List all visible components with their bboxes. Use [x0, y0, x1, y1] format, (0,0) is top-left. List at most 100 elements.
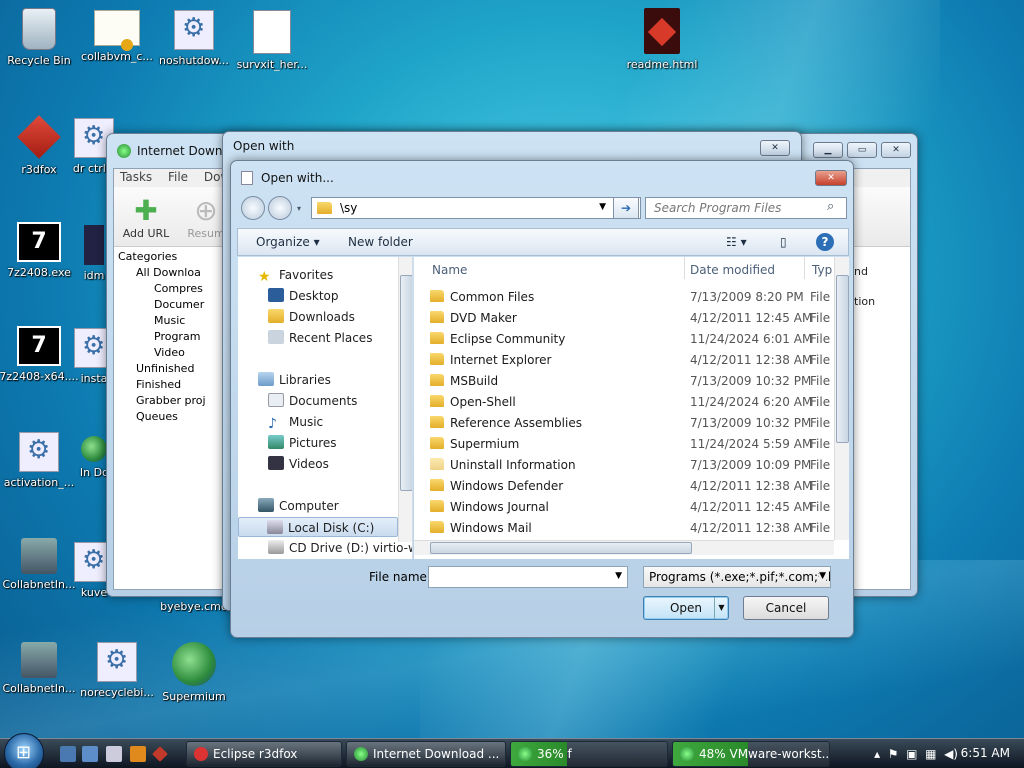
address-dropdown-icon[interactable]: ▼	[599, 202, 606, 212]
preview-pane-icon[interactable]: ▯	[780, 235, 787, 249]
file-row[interactable]: Windows Journal 4/12/2011 12:45 AM File	[430, 497, 849, 518]
forward-button[interactable]	[268, 196, 292, 220]
computer-quicklaunch-icon[interactable]	[106, 746, 122, 762]
nav-computer[interactable]: Computer	[258, 496, 339, 516]
file-row[interactable]: DVD Maker 4/12/2011 12:45 AM File	[430, 308, 849, 329]
minimize-button[interactable]: ▁	[813, 142, 843, 158]
plus-icon: ✚	[134, 194, 158, 227]
desktop-icon-recycle-bin[interactable]: Recycle Bin	[0, 8, 81, 67]
search-input[interactable]: Search Program Files	[645, 197, 847, 219]
column-type-header[interactable]: Typ	[812, 263, 832, 277]
desktop-icon-supermium[interactable]: Supermium	[152, 642, 236, 703]
file-name-input[interactable]: ▼	[428, 566, 628, 588]
help-icon[interactable]: ?	[816, 233, 834, 251]
file-list-hscrollbar[interactable]	[414, 540, 834, 555]
maximize-button[interactable]: ▭	[847, 142, 877, 158]
desktop-icon-7z2408-x64[interactable]: 7 7z2408-x64....	[0, 326, 81, 383]
r3dfox-quicklaunch-icon[interactable]	[152, 746, 168, 762]
nav-downloads[interactable]: Downloads	[268, 307, 355, 327]
address-text[interactable]: \sy	[340, 201, 357, 215]
back-button[interactable]	[241, 196, 265, 220]
system-tray[interactable]: ▴ ⚑ ▣ ▦ ◀)	[874, 747, 958, 761]
taskbar-button-download-48[interactable]: 48% VMware-workst...	[672, 741, 830, 767]
file-row[interactable]: Eclipse Community 11/24/2024 6:01 AM File	[430, 329, 849, 350]
column-date-header[interactable]: Date modified	[690, 263, 775, 277]
nav-documents[interactable]: Documents	[268, 391, 357, 411]
desktop-icon-7z2408[interactable]: 7 7z2408.exe	[0, 222, 81, 279]
view-options-icon[interactable]: ☷ ▾	[726, 235, 747, 249]
file-row[interactable]: Uninstall Information 7/13/2009 10:09 PM F…	[430, 455, 849, 476]
add-url-button[interactable]: ✚ Add URL	[118, 194, 174, 241]
start-button[interactable]: ⊞	[4, 733, 44, 768]
menu-file[interactable]: File	[162, 169, 194, 185]
category-compressed[interactable]: Compres	[114, 281, 228, 297]
file-list-vscroll-thumb[interactable]	[836, 275, 849, 443]
nav-recent-places[interactable]: Recent Places	[268, 328, 372, 348]
open-button[interactable]: Open ▼	[643, 596, 729, 620]
cancel-button[interactable]: Cancel	[743, 596, 829, 620]
desktop-icon-activation[interactable]: activation_...	[0, 432, 81, 489]
category-grabber-projects[interactable]: Grabber proj	[114, 393, 228, 409]
organize-button[interactable]: Organize ▾	[256, 235, 320, 249]
nav-favorites[interactable]: ★ Favorites	[258, 265, 333, 285]
nav-videos[interactable]: Videos	[268, 454, 329, 474]
search-icon[interactable]: ⌕	[827, 199, 834, 214]
recent-pages-dropdown[interactable]: ▾	[297, 204, 301, 213]
desktop-icon-collabvm[interactable]: collabvm_c...	[75, 10, 159, 63]
desktop-icon-collabnet-2[interactable]: CollabnetIn...	[0, 642, 81, 695]
nav-cd-drive[interactable]: CD Drive (D:) virtio-w	[268, 538, 412, 558]
menu-tasks[interactable]: Tasks	[114, 169, 158, 185]
nav-music[interactable]: ♪ Music	[268, 412, 323, 432]
category-documents[interactable]: Documer	[114, 297, 228, 313]
file-list-vscrollbar[interactable]	[834, 257, 849, 540]
desktop-icon-readme[interactable]: readme.html	[620, 8, 704, 71]
media-icon[interactable]	[130, 746, 146, 762]
nav-scroll-thumb[interactable]	[400, 275, 412, 491]
file-list-hscroll-thumb[interactable]	[430, 542, 692, 554]
file-row[interactable]: Windows Mail 4/12/2011 12:38 AM File	[430, 518, 849, 539]
open-with-file-dialog[interactable]: Open with... ✕ ▾ \sy ▼ ➔ Search Program …	[230, 160, 854, 638]
taskbar-button-r3dfox[interactable]: Eclipse r3dfox	[186, 741, 342, 767]
file-row[interactable]: Supermium 11/24/2024 5:59 AM File	[430, 434, 849, 455]
nav-pane-scrollbar[interactable]	[398, 257, 412, 542]
chevron-down-icon[interactable]: ▼	[615, 571, 622, 581]
desktop-icon-noshutdown[interactable]: noshutdow...	[152, 10, 236, 67]
category-video[interactable]: Video	[114, 345, 228, 361]
file-row[interactable]: Internet Explorer 4/12/2011 12:38 AM File	[430, 350, 849, 371]
desktop-icon-norecyclebin[interactable]: norecyclebi...	[75, 642, 159, 699]
desktop-icon-collabnet-1[interactable]: CollabnetIn...	[0, 538, 81, 591]
category-programs[interactable]: Program	[114, 329, 228, 345]
clock[interactable]: 6:51 AM	[961, 746, 1010, 760]
nav-desktop[interactable]: Desktop	[268, 286, 339, 306]
category-music[interactable]: Music	[114, 313, 228, 329]
open-split-dropdown-icon[interactable]: ▼	[714, 597, 728, 619]
show-desktop-icon[interactable]	[60, 746, 76, 762]
column-name-header[interactable]: Name	[432, 263, 467, 277]
new-folder-button[interactable]: New folder	[348, 235, 413, 249]
taskbar-button-download-36[interactable]: 36% f	[510, 741, 668, 767]
close-button[interactable]: ✕	[881, 142, 911, 158]
file-row[interactable]: Windows Defender 4/12/2011 12:38 AM File	[430, 476, 849, 497]
file-row[interactable]: Reference Assemblies 7/13/2009 10:32 PM Fi…	[430, 413, 849, 434]
file-row[interactable]: Open-Shell 11/24/2024 6:20 AM File	[430, 392, 849, 413]
folder-icon	[430, 416, 444, 428]
taskbar-button-idm[interactable]: Internet Download ...	[346, 741, 506, 767]
desktop-icon-r3dfox[interactable]: r3dfox	[0, 115, 81, 176]
file-row[interactable]: MSBuild 7/13/2009 10:32 PM File	[430, 371, 849, 392]
open-with-outer-close-button[interactable]: ✕	[760, 140, 790, 156]
category-unfinished[interactable]: Unfinished	[114, 361, 228, 377]
go-button[interactable]: ➔	[613, 197, 639, 219]
explorer-icon[interactable]	[82, 746, 98, 762]
dialog-close-button[interactable]: ✕	[815, 170, 847, 186]
file-row[interactable]: Common Files 7/13/2009 8:20 PM File	[430, 287, 849, 308]
category-finished[interactable]: Finished	[114, 377, 228, 393]
category-queues[interactable]: Queues	[114, 409, 228, 425]
nav-pictures[interactable]: Pictures	[268, 433, 337, 453]
nav-local-disk[interactable]: Local Disk (C:)	[238, 517, 398, 537]
address-bar[interactable]: \sy ▼	[311, 197, 641, 219]
nav-libraries[interactable]: Libraries	[258, 370, 331, 390]
folder-icon	[430, 500, 444, 512]
file-type-select[interactable]: Programs (*.exe;*.pif;*.com;*.ba ▼	[643, 566, 831, 588]
desktop-icon-survxit[interactable]: survxit_her...	[230, 10, 314, 71]
category-all-downloads[interactable]: All Downloa	[114, 265, 228, 281]
